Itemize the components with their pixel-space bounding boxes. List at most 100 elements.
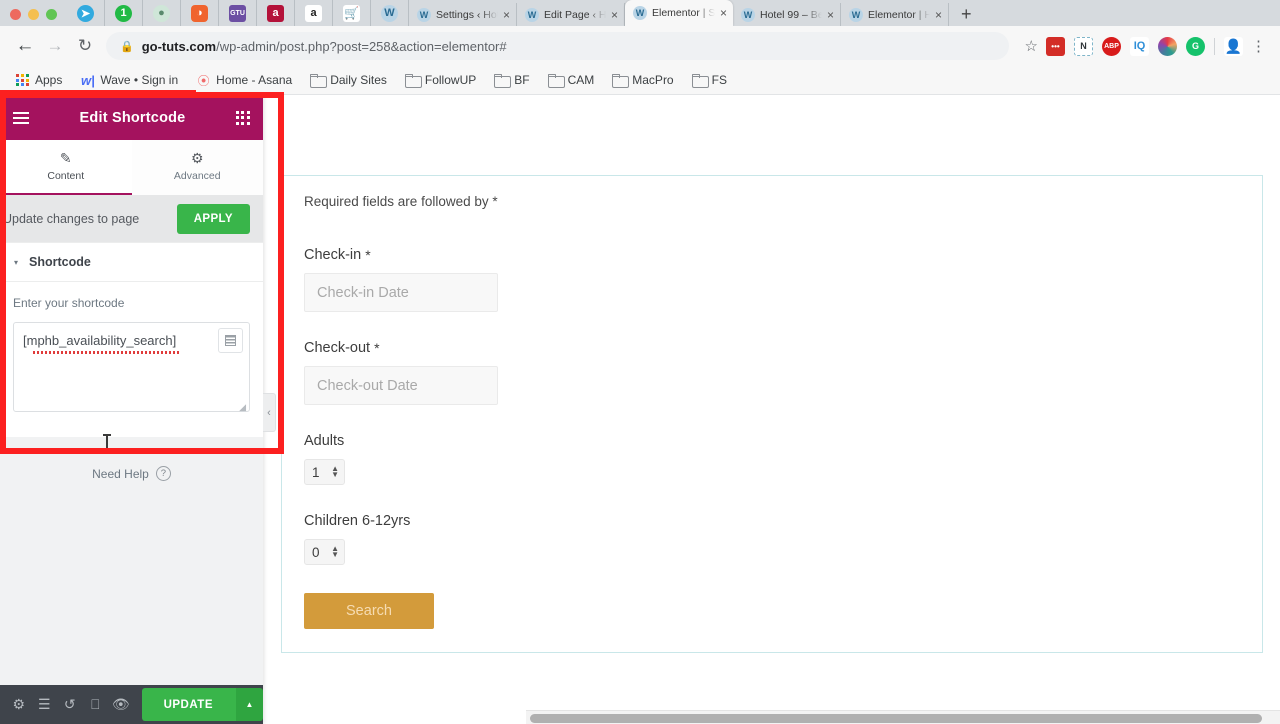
tab-elementor-home[interactable]: W Elementor | Hor × [841,3,949,26]
close-tab-icon[interactable]: × [503,9,510,21]
bookmark-followup[interactable]: FollowUP [398,70,483,90]
new-tab-button[interactable]: + [949,5,984,26]
close-tab-icon[interactable]: × [720,7,727,19]
adults-stepper[interactable]: 1 ▲ ▼ [304,459,345,485]
tab-content-label: Content [47,170,85,182]
browser-menu-icon[interactable]: ⋮ [1247,37,1270,55]
apply-changes-row: Update changes to page APPLY [0,195,263,242]
tab-hotel-99[interactable]: W Hotel 99 – Best × [733,3,841,26]
close-window-button[interactable] [10,9,21,20]
browser-tabs: W Settings ‹ Hotel × W Edit Page ‹ Hote … [409,0,1280,26]
tab-content[interactable]: ✎ Content [0,140,132,195]
url-host: go-tuts.com [141,38,217,54]
shortcode-section-header[interactable]: ▾ Shortcode [0,242,263,282]
bookmark-home-asana[interactable]: ⦿ Home - Asana [189,70,299,90]
hamburger-icon[interactable] [13,111,29,124]
pinned-tab-gtu[interactable]: GTU [219,0,257,26]
horizontal-scrollbar[interactable] [526,710,1280,724]
bookmark-wave-sign-in[interactable]: w| Wave • Sign in [73,70,185,90]
checkin-placeholder: Check-in Date [317,284,409,301]
responsive-mode-icon[interactable]: ⎕ [83,685,109,724]
checkin-date-input[interactable]: Check-in Date [304,273,498,312]
adblock-plus-extension-icon[interactable]: ABP [1102,36,1121,56]
bookmark-daily-sites[interactable]: Daily Sites [303,70,394,90]
required-note-text: Required fields are followed by [304,194,489,209]
stepper-arrows-icon[interactable]: ▲ ▼ [331,464,339,478]
tab-settings-hotel[interactable]: W Settings ‹ Hotel × [409,3,517,26]
tab-advanced[interactable]: ⚙ Advanced [131,140,263,195]
bookmark-macpro[interactable]: MacPro [605,70,680,90]
bookmark-label: BF [514,73,530,87]
notion-extension-icon[interactable]: N [1074,36,1093,56]
children-stepper[interactable]: 0 ▲ ▼ [304,539,345,565]
checkout-date-input[interactable]: Check-out Date [304,366,498,405]
pinned-tab-orange[interactable]: ◑ [181,0,219,26]
preview-eye-icon[interactable]: 👁 [108,685,134,724]
widgets-grid-icon[interactable] [235,110,250,125]
close-tab-icon[interactable]: × [935,9,942,21]
pinned-tab-cart[interactable]: 🛒 [333,0,371,26]
folder-icon [547,73,565,88]
pinned-tab-a-red[interactable]: a [257,0,295,26]
settings-icon[interactable]: ⚙ [6,685,32,724]
required-asterisk: * [374,340,380,356]
pinned-tab-one[interactable]: 1 [105,0,143,26]
shortcode-input[interactable] [13,322,250,412]
green-one-icon: 1 [115,4,132,22]
tab-advanced-label: Advanced [173,170,221,182]
tab-elementor-search[interactable]: W Elementor | Sea × [625,0,733,26]
checkout-label: Check-out * [304,340,1240,356]
pinned-tab-wordpress[interactable]: W [371,0,409,26]
maximize-window-button[interactable] [46,9,57,20]
availability-search-widget: Required fields are followed by * Check-… [281,175,1263,653]
panel-collapse-handle[interactable]: ‹ [263,393,276,432]
bookmark-label: Wave • Sign in [100,73,179,87]
bookmark-star-icon[interactable]: ☆ [1017,37,1046,55]
iq-extension-icon[interactable]: IQ [1130,36,1149,56]
profile-icon[interactable]: 👤 [1224,36,1243,56]
wordpress-favicon: W [741,7,755,22]
bookmark-apps[interactable]: Apps [8,70,69,90]
history-icon[interactable]: ↺ [57,685,83,724]
need-help[interactable]: Need Help ? [0,437,263,481]
elementor-panel: Edit Shortcode ✎ Content ⚙ Advanced Upda… [0,95,264,724]
required-fields-note: Required fields are followed by * [304,194,1240,209]
wordpress-favicon: W [417,7,431,22]
pinned-tab-globe[interactable]: ● [143,0,181,26]
chevron-down-icon[interactable]: ▾ [14,258,18,267]
bookmark-fs[interactable]: FS [685,70,734,90]
minimize-window-button[interactable] [28,9,39,20]
bookmark-bf[interactable]: BF [487,70,536,90]
tab-edit-page-hotel[interactable]: W Edit Page ‹ Hote × [517,3,625,26]
question-mark-icon[interactable]: ? [155,466,171,481]
scrollbar-thumb[interactable] [530,714,1262,723]
elementor-preview-canvas: Required fields are followed by * Check-… [263,95,1280,724]
pinned-tab-telegram[interactable]: ➤ [67,0,105,26]
panel-footer: ⚙ ☰ ↺ ⎕ 👁 UPDATE ▲ [0,685,264,724]
url-text: go-tuts.com/wp-admin/post.php?post=258&a… [142,39,507,54]
update-button[interactable]: UPDATE [141,688,236,721]
bookmark-cam[interactable]: CAM [541,70,602,90]
close-tab-icon[interactable]: × [827,9,834,21]
update-options-arrow-icon[interactable]: ▲ [235,688,264,721]
back-button[interactable]: ← [10,31,40,61]
folder-icon [494,73,512,88]
wordpress-icon: W [381,4,398,22]
address-bar[interactable]: 🔒 go-tuts.com/wp-admin/post.php?post=258… [106,32,1009,60]
folder-icon [612,73,630,88]
close-tab-icon[interactable]: × [611,9,618,21]
navigator-layers-icon[interactable]: ☰ [32,685,58,724]
grammarly-extension-icon[interactable]: G [1186,36,1205,56]
reload-button[interactable]: ↻ [70,31,100,61]
pinned-tab-amazon[interactable]: a [295,0,333,26]
search-button[interactable]: Search [304,593,434,629]
lock-icon: 🔒 [120,40,134,53]
insert-shortcode-icon[interactable] [218,328,243,353]
panel-tabs: ✎ Content ⚙ Advanced [0,140,263,195]
apply-button[interactable]: APPLY [176,203,250,234]
lastpass-extension-icon[interactable]: ••• [1046,36,1065,56]
color-wheel-extension-icon[interactable] [1158,36,1177,56]
forward-button[interactable]: → [40,31,70,61]
stepper-arrows-icon[interactable]: ▲ ▼ [331,544,339,558]
textarea-resize-handle[interactable]: ◢ [239,402,246,413]
